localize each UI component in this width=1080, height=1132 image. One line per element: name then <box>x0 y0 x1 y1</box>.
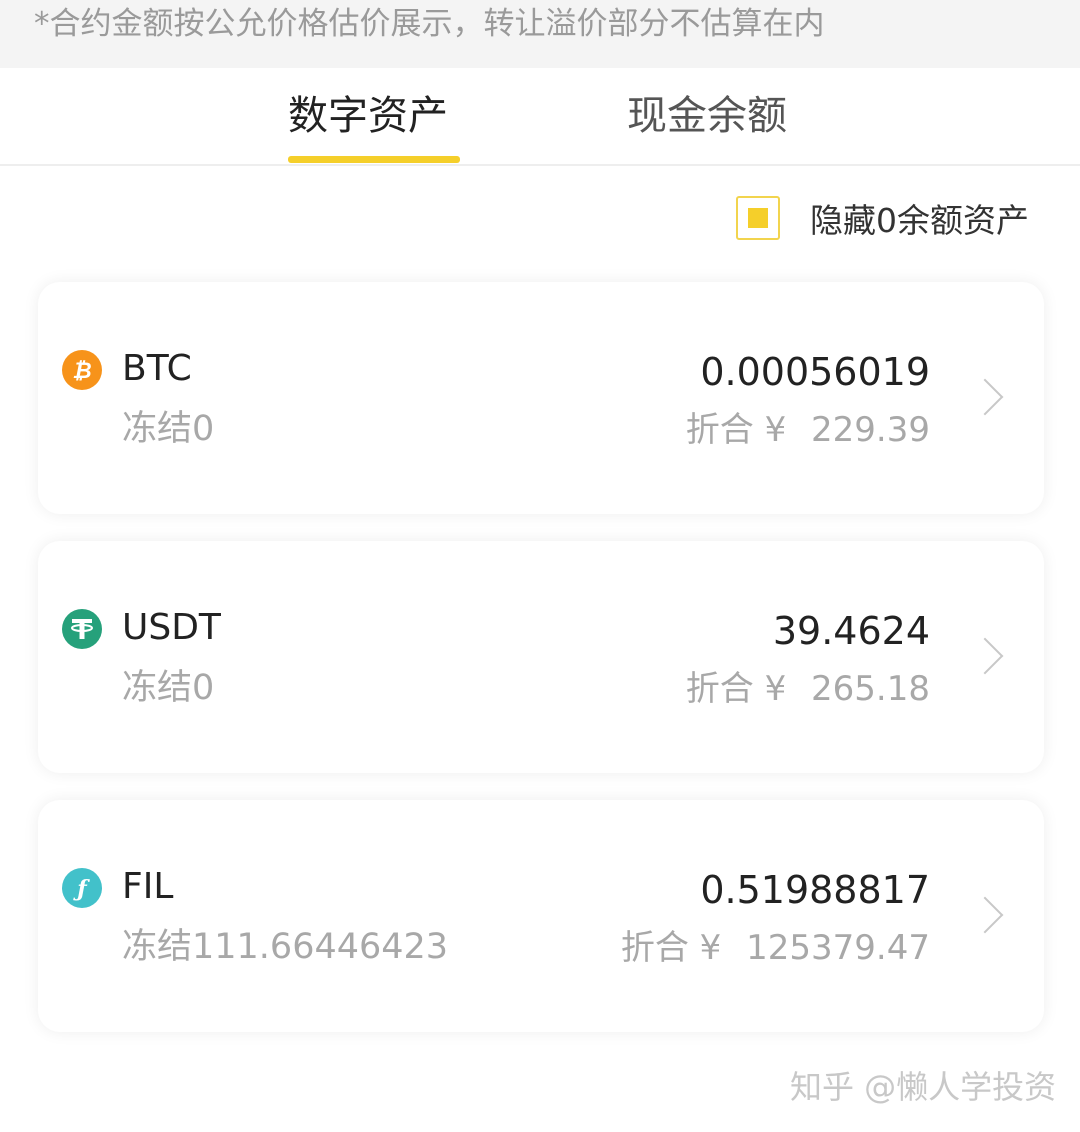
tether-icon <box>62 609 102 649</box>
tab-digital-assets[interactable]: 数字资产 <box>288 90 448 142</box>
approx-cny-value: 折合 ¥ 229.39 <box>686 402 930 451</box>
hide-zero-checkbox[interactable] <box>736 196 780 240</box>
chevron-right-icon <box>966 637 1004 675</box>
yuan-symbol: ¥ <box>764 669 787 709</box>
asset-card-btc[interactable]: ₿ BTC 冻结0 0.00056019 折合 ¥ 229.39 <box>38 282 1044 514</box>
asset-amount: 0.51988817 <box>700 868 930 912</box>
coin-name: BTC <box>122 348 192 389</box>
frozen-amount: 冻结0 <box>122 409 215 449</box>
active-tab-indicator <box>288 156 460 163</box>
approx-value: 229.39 <box>811 410 930 450</box>
hide-zero-balance-toggle[interactable]: 隐藏0余额资产 <box>736 192 1029 244</box>
svg-text:₿: ₿ <box>72 359 91 384</box>
coin-name: USDT <box>122 607 221 648</box>
approx-value: 265.18 <box>811 669 930 709</box>
asset-amount: 39.4624 <box>772 609 930 653</box>
chevron-right-icon <box>966 896 1004 934</box>
tab-cash-balance[interactable]: 现金余额 <box>627 90 787 142</box>
chevron-right-icon <box>966 378 1004 416</box>
svg-text:ƒ: ƒ <box>72 876 90 902</box>
yuan-symbol: ¥ <box>764 410 787 450</box>
approx-cny-value: 折合 ¥ 265.18 <box>686 661 930 710</box>
hide-zero-label: 隐藏0余额资产 <box>810 201 1029 240</box>
approx-label: 折合 <box>685 669 754 709</box>
asset-card-usdt[interactable]: USDT 冻结0 39.4624 折合 ¥ 265.18 <box>38 541 1044 773</box>
filecoin-icon: ƒ <box>62 868 102 908</box>
frozen-amount: 冻结0 <box>122 668 215 708</box>
approx-value: 125379.47 <box>746 928 930 968</box>
bitcoin-icon: ₿ <box>62 350 102 390</box>
asset-card-fil[interactable]: ƒ FIL 冻结111.66446423 0.51988817 折合 ¥ 125… <box>38 800 1044 1032</box>
valuation-notice: *合约金额按公允价格估价展示，转让溢价部分不估算在内 <box>0 0 1080 68</box>
frozen-amount: 冻结111.66446423 <box>122 927 449 967</box>
zhihu-watermark: 知乎 @懒人学投资 <box>790 1068 1057 1106</box>
asset-tabs: 数字资产 现金余额 <box>0 68 1080 166</box>
approx-label: 折合 <box>620 928 689 968</box>
asset-amount: 0.00056019 <box>700 350 930 394</box>
approx-cny-value: 折合 ¥ 125379.47 <box>621 920 930 969</box>
checkbox-checked-mark <box>748 208 768 228</box>
approx-label: 折合 <box>685 410 754 450</box>
yuan-symbol: ¥ <box>699 928 722 968</box>
coin-name: FIL <box>122 866 174 907</box>
